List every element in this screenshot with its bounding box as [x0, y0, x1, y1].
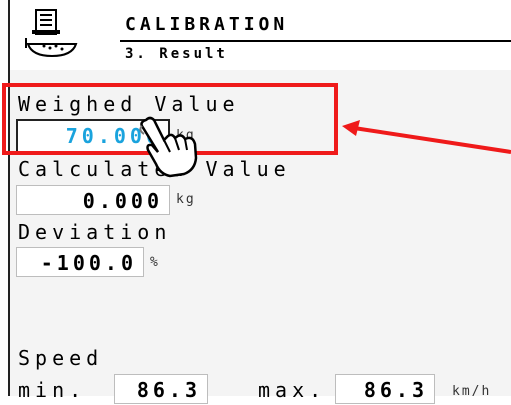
scale-weigh-icon — [25, 9, 78, 58]
pointer-arrow-icon — [342, 120, 511, 154]
header-divider — [120, 40, 511, 42]
deviation-unit: % — [150, 255, 160, 270]
header: CALIBRATION 3. Result — [10, 0, 511, 70]
calculated-unit: kg — [176, 192, 196, 207]
speed-max-field: 86.3 — [335, 374, 435, 404]
left-margin — [0, 0, 8, 396]
deviation-field: -100.0 — [16, 247, 144, 277]
page-title: CALIBRATION — [125, 14, 289, 35]
calculated-value-field: 0.000 — [16, 185, 170, 215]
speed-min-label: min. — [18, 378, 87, 402]
deviation-label: Deviation — [18, 220, 172, 244]
hand-cursor-icon — [139, 116, 198, 178]
speed-max-label: max. — [258, 378, 327, 402]
speed-min-field: 86.3 — [114, 374, 208, 404]
page-subtitle: 3. Result — [125, 46, 228, 62]
speed-label: Speed — [18, 346, 104, 370]
speed-unit: km/h — [452, 384, 492, 399]
